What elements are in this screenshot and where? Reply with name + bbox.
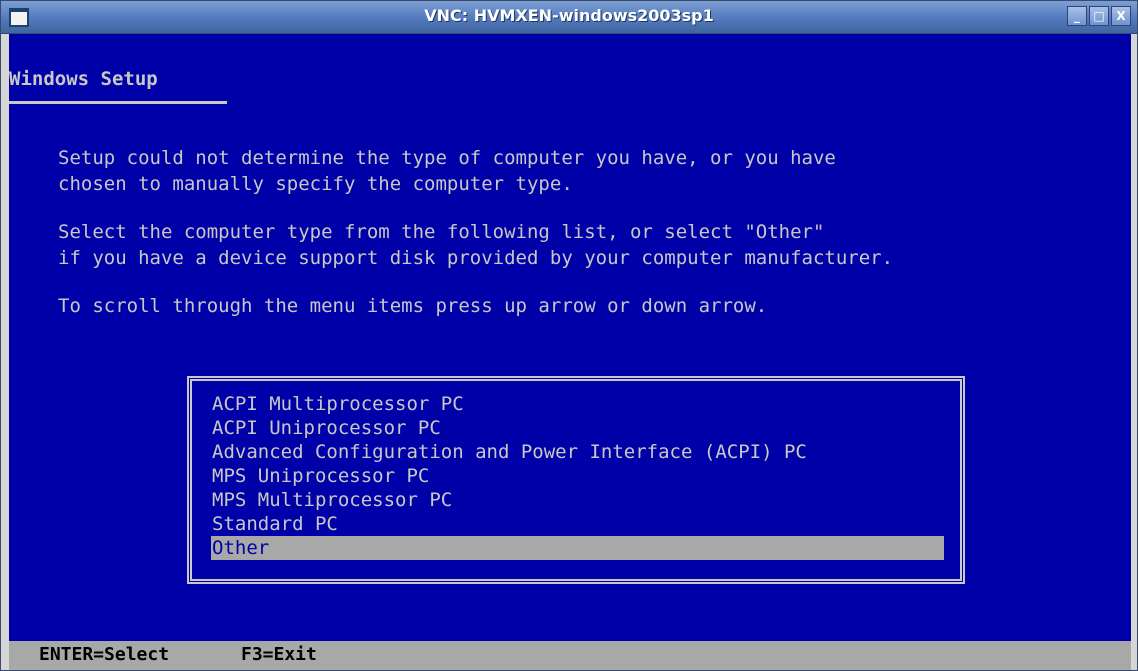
minimize-button[interactable]: _ [1067, 6, 1087, 26]
vnc-screen[interactable]: Windows Setup Setup could not determine … [9, 34, 1131, 670]
status-bar: ENTER=Select F3=Exit [9, 641, 1131, 670]
close-button[interactable]: X [1111, 6, 1131, 26]
title-bar[interactable]: VNC: HVMXEN-windows2003sp1 _ □ X [1, 1, 1137, 34]
vnc-window: VNC: HVMXEN-windows2003sp1 _ □ X Windows… [0, 0, 1138, 671]
instruction-paragraph: Select the computer type from the follow… [58, 221, 894, 269]
menu-item-mps-uniprocessor[interactable]: MPS Uniprocessor PC [211, 464, 944, 488]
title-underline [9, 101, 227, 104]
setup-title: Windows Setup [9, 68, 158, 90]
window-title: VNC: HVMXEN-windows2003sp1 [424, 6, 714, 25]
computer-type-list[interactable]: ACPI Multiprocessor PC ACPI Uniprocessor… [211, 392, 944, 560]
menu-item-standard-pc[interactable]: Standard PC [211, 512, 944, 536]
menu-item-acpi-multiprocessor[interactable]: ACPI Multiprocessor PC [211, 392, 944, 416]
status-enter-select: ENTER=Select [39, 644, 170, 665]
menu-item-acpi-uniprocessor[interactable]: ACPI Uniprocessor PC [211, 416, 944, 440]
intro-paragraph: Setup could not determine the type of co… [58, 147, 836, 195]
maximize-button[interactable]: □ [1089, 6, 1109, 26]
scroll-hint: To scroll through the menu items press u… [58, 295, 768, 317]
window-controls: _ □ X [1067, 6, 1131, 26]
menu-item-mps-multiprocessor[interactable]: MPS Multiprocessor PC [211, 488, 944, 512]
status-f3-exit: F3=Exit [241, 644, 317, 665]
menu-item-other[interactable]: Other [211, 536, 944, 560]
menu-item-acpi-pc[interactable]: Advanced Configuration and Power Interfa… [211, 440, 944, 464]
